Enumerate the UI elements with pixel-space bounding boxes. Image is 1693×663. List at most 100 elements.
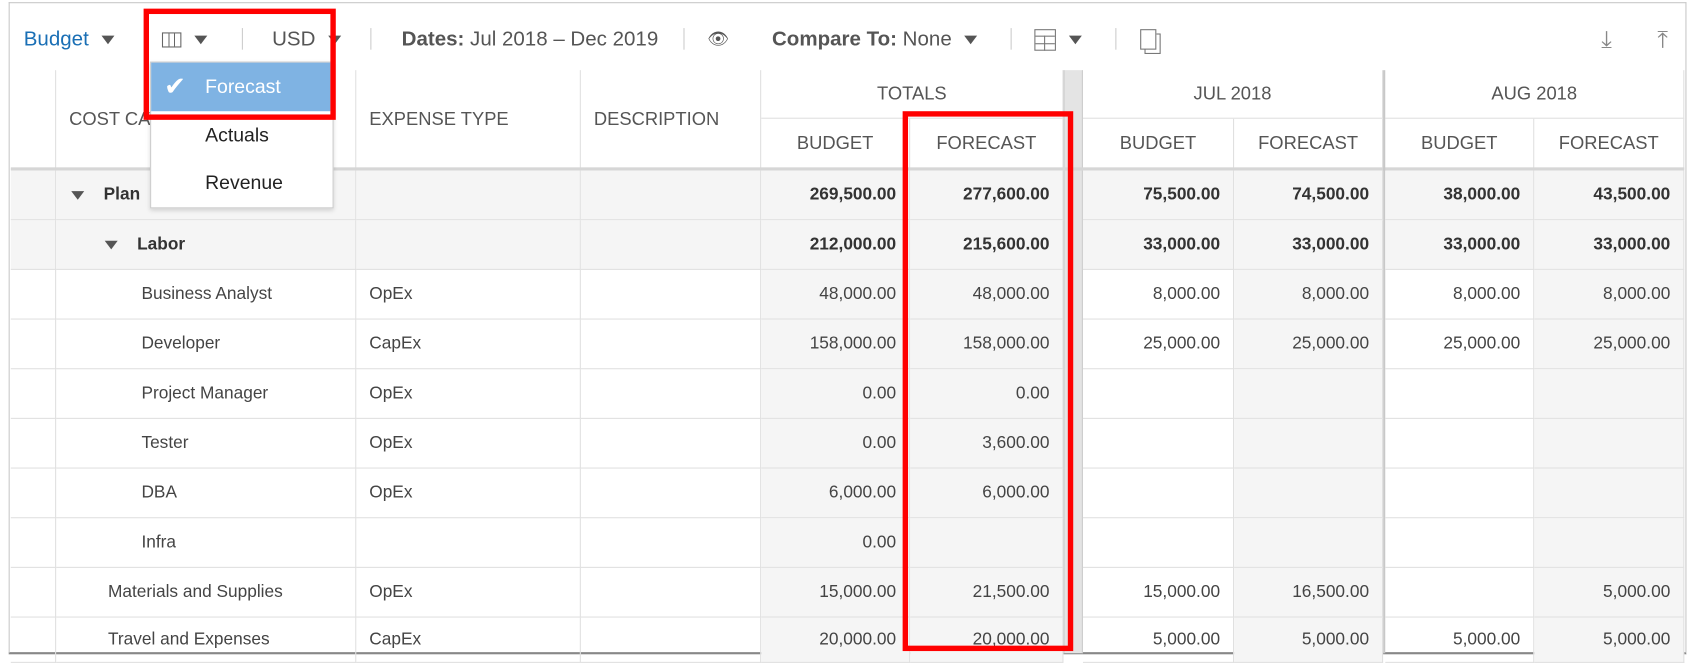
budget-value-cell[interactable]: 5,000.00 [1385,617,1535,663]
expense-type-cell[interactable]: CapEx [356,319,581,370]
budget-value-cell[interactable]: 0.00 [761,518,911,568]
expense-type-cell[interactable]: OpEx [356,567,581,618]
budget-value-cell[interactable] [1082,418,1235,469]
forecast-value-cell[interactable]: 21,500.00 [910,567,1064,618]
forecast-value-cell[interactable]: 215,600.00 [910,220,1064,270]
budget-value-cell[interactable] [1385,369,1535,419]
forecast-value-cell[interactable] [1534,518,1685,568]
budget-value-cell[interactable]: 8,000.00 [1082,269,1235,320]
budget-value-cell[interactable]: 15,000.00 [761,567,911,618]
budget-value-cell[interactable]: 20,000.00 [761,617,911,663]
cost-category-cell[interactable]: Developer [56,319,357,370]
forecast-value-cell[interactable]: 8,000.00 [1534,269,1685,320]
expense-type-cell[interactable] [356,170,581,221]
collapse-triangle-icon[interactable] [104,240,118,249]
description-cell[interactable] [580,369,762,419]
budget-value-cell[interactable]: 212,000.00 [761,220,911,270]
forecast-value-cell[interactable] [1234,518,1384,568]
menu-item-revenue[interactable]: Revenue [151,159,330,208]
budget-value-cell[interactable] [1385,468,1535,519]
columns-selector[interactable] [161,26,208,54]
compare-selector[interactable]: Compare To: None [772,26,978,54]
forecast-value-cell[interactable] [1534,418,1685,469]
column-header-budget[interactable]: BUDGET [1082,118,1235,170]
budget-value-cell[interactable] [1385,418,1535,469]
forecast-value-cell[interactable]: 48,000.00 [910,269,1064,320]
description-cell[interactable] [580,269,762,320]
forecast-value-cell[interactable]: 5,000.00 [1534,617,1685,663]
budget-value-cell[interactable]: 269,500.00 [761,170,911,221]
forecast-value-cell[interactable]: 0.00 [910,369,1064,419]
cost-category-cell[interactable]: Business Analyst [56,269,357,320]
forecast-value-cell[interactable] [1534,468,1685,519]
expense-type-cell[interactable] [356,220,581,270]
layout-selector[interactable] [1034,26,1082,54]
description-cell[interactable] [580,567,762,618]
forecast-value-cell[interactable] [1234,418,1384,469]
budget-value-cell[interactable]: 0.00 [761,418,911,469]
budget-value-cell[interactable]: 33,000.00 [1385,220,1535,270]
menu-item-forecast[interactable]: ✔ Forecast [151,62,331,112]
expense-type-cell[interactable] [356,518,581,568]
budget-value-cell[interactable]: 0.00 [761,369,911,419]
budget-value-cell[interactable]: 38,000.00 [1385,170,1535,221]
budget-value-cell[interactable] [1082,468,1235,519]
forecast-value-cell[interactable]: 16,500.00 [1234,567,1384,618]
budget-value-cell[interactable]: 48,000.00 [761,269,911,320]
budget-value-cell[interactable]: 158,000.00 [761,319,911,370]
forecast-value-cell[interactable]: 25,000.00 [1534,319,1685,370]
column-header-budget[interactable]: BUDGET [761,118,911,170]
column-header-forecast[interactable]: FORECAST [910,118,1064,170]
column-header-budget[interactable]: BUDGET [1385,118,1535,170]
currency-selector[interactable]: USD [272,26,342,54]
forecast-value-cell[interactable]: 74,500.00 [1234,170,1384,221]
budget-value-cell[interactable]: 8,000.00 [1385,269,1535,320]
budget-value-cell[interactable]: 33,000.00 [1082,220,1235,270]
cost-category-cell[interactable]: Travel and Expenses [56,617,357,663]
cost-category-cell[interactable]: Labor [56,220,357,270]
forecast-value-cell[interactable]: 25,000.00 [1234,319,1384,370]
description-cell[interactable] [580,468,762,519]
description-cell[interactable] [580,418,762,469]
budget-value-cell[interactable]: 15,000.00 [1082,567,1235,618]
column-header-description[interactable]: DESCRIPTION [580,70,762,170]
forecast-value-cell[interactable] [910,518,1064,568]
expense-type-cell[interactable]: CapEx [356,617,581,663]
frozen-pane-splitter[interactable] [1063,70,1083,654]
expense-type-cell[interactable]: OpEx [356,418,581,469]
forecast-value-cell[interactable]: 43,500.00 [1534,170,1685,221]
description-cell[interactable] [580,170,762,221]
cost-category-cell[interactable]: Materials and Supplies [56,567,357,618]
expense-type-cell[interactable]: OpEx [356,369,581,419]
budget-selector[interactable]: Budget [24,26,115,54]
forecast-value-cell[interactable]: 5,000.00 [1534,567,1685,618]
description-cell[interactable] [580,518,762,568]
budget-value-cell[interactable] [1385,518,1535,568]
forecast-value-cell[interactable]: 33,000.00 [1234,220,1384,270]
download-icon[interactable]: ⤓ [1601,26,1612,54]
forecast-value-cell[interactable]: 20,000.00 [910,617,1064,663]
description-cell[interactable] [580,319,762,370]
cost-category-cell[interactable]: Tester [56,418,357,469]
column-header-forecast[interactable]: FORECAST [1234,118,1384,170]
hide-show-icon[interactable]: 👁 [707,26,729,54]
budget-value-cell[interactable]: 5,000.00 [1082,617,1235,663]
forecast-value-cell[interactable]: 6,000.00 [910,468,1064,519]
budget-value-cell[interactable]: 25,000.00 [1082,319,1235,370]
forecast-value-cell[interactable]: 8,000.00 [1234,269,1384,320]
forecast-value-cell[interactable]: 277,600.00 [910,170,1064,221]
cost-category-cell[interactable]: Infra [56,518,357,568]
forecast-value-cell[interactable] [1234,468,1384,519]
description-cell[interactable] [580,220,762,270]
budget-value-cell[interactable]: 6,000.00 [761,468,911,519]
budget-value-cell[interactable]: 25,000.00 [1385,319,1535,370]
forecast-value-cell[interactable]: 5,000.00 [1234,617,1384,663]
forecast-value-cell[interactable]: 33,000.00 [1534,220,1685,270]
menu-item-actuals[interactable]: Actuals [151,111,330,160]
budget-value-cell[interactable] [1082,369,1235,419]
dates-selector[interactable]: Dates: Jul 2018 – Dec 2019 [402,26,659,54]
description-cell[interactable] [580,617,762,663]
expense-type-cell[interactable]: OpEx [356,468,581,519]
forecast-value-cell[interactable]: 3,600.00 [910,418,1064,469]
cost-category-cell[interactable]: DBA [56,468,357,519]
